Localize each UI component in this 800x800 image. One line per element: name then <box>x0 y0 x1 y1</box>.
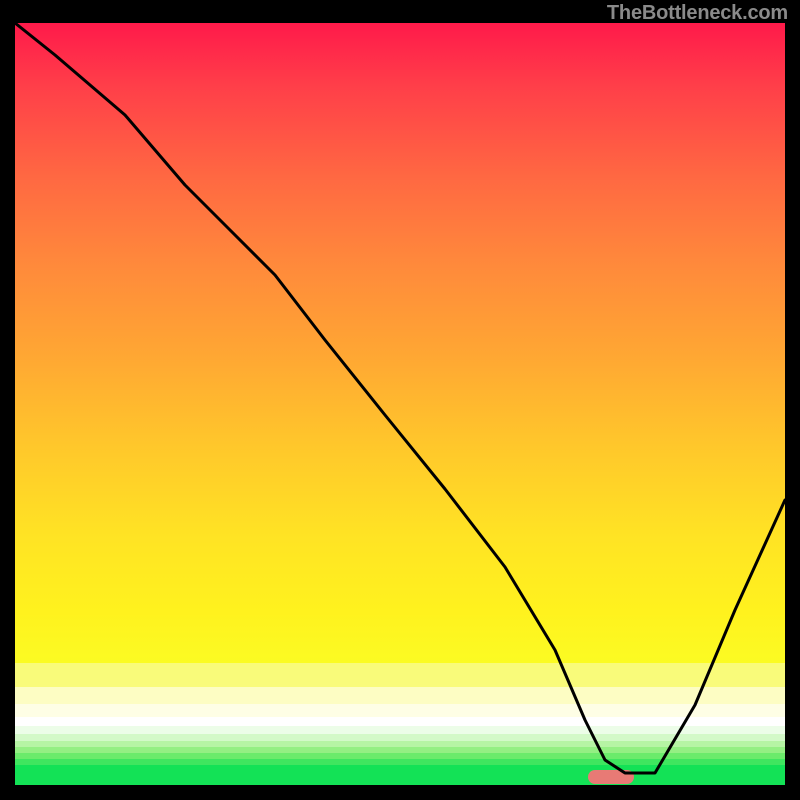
watermark-text: TheBottleneck.com <box>607 2 788 25</box>
chart-plot-area <box>15 23 785 785</box>
curve-line <box>15 23 785 785</box>
